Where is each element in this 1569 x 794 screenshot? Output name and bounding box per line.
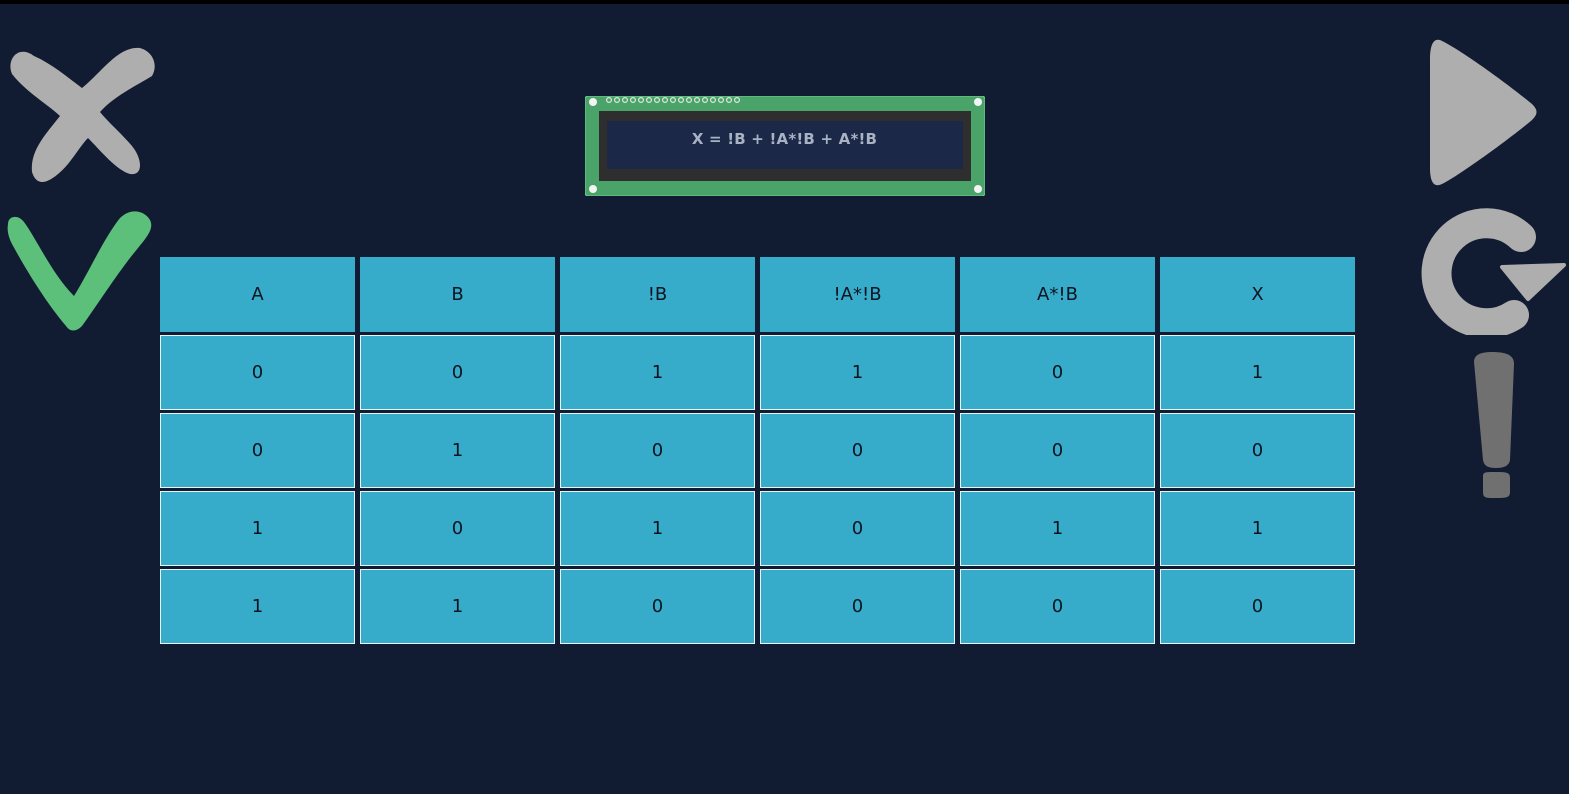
table-cell[interactable]: 0 [1160,413,1355,488]
table-cell[interactable]: 0 [560,413,755,488]
hint-icon[interactable] [1468,352,1518,500]
play-icon[interactable] [1428,38,1538,188]
header-cell-a-and-not-b: A*!B [960,257,1155,332]
table-cell[interactable]: 1 [560,335,755,410]
top-strip [0,0,1569,4]
header-cell-x: X [1160,257,1355,332]
table-cell[interactable]: 1 [760,335,955,410]
checkmark-icon[interactable] [4,210,154,332]
table-cell[interactable]: 0 [760,569,955,644]
truth-table: A B !B !A*!B A*!B X 0 0 1 1 0 1 0 1 0 0 … [160,257,1355,644]
table-cell: 1 [360,569,555,644]
table-cell: 0 [360,335,555,410]
header-cell-a: A [160,257,355,332]
close-icon[interactable] [4,42,156,187]
table-cell[interactable]: 0 [960,569,1155,644]
restart-icon[interactable] [1418,203,1568,335]
table-cell[interactable]: 0 [1160,569,1355,644]
table-cell: 0 [160,335,355,410]
table-cell[interactable]: 0 [960,413,1155,488]
table-cell[interactable]: 0 [760,413,955,488]
table-cell[interactable]: 0 [960,335,1155,410]
table-cell[interactable]: 0 [560,569,755,644]
table-cell: 0 [360,491,555,566]
table-cell[interactable]: 1 [960,491,1155,566]
table-cell: 1 [160,569,355,644]
header-cell-not-a-and-not-b: !A*!B [760,257,955,332]
header-cell-b: B [360,257,555,332]
table-cell: 0 [160,413,355,488]
table-cell[interactable]: 1 [560,491,755,566]
lcd-display [585,96,985,196]
table-cell: 1 [160,491,355,566]
table-cell: 1 [360,413,555,488]
table-cell[interactable]: 0 [760,491,955,566]
header-cell-not-b: !B [560,257,755,332]
table-cell[interactable]: 1 [1160,491,1355,566]
table-cell[interactable]: 1 [1160,335,1355,410]
